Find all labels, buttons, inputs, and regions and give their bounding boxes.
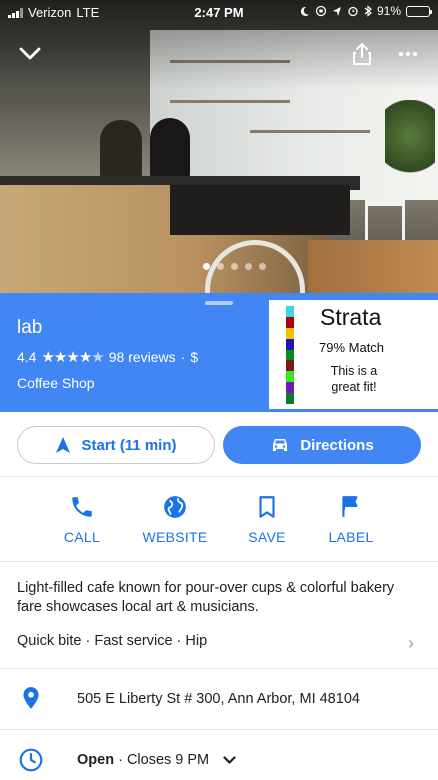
- strata-color-segment: [286, 360, 294, 372]
- hours-detail: · Closes 9 PM: [114, 752, 210, 768]
- strata-fit-line1: This is a: [330, 364, 378, 378]
- save-label: SAVE: [248, 529, 286, 545]
- directions-button[interactable]: Directions: [223, 426, 421, 464]
- quick-actions: CALL WEBSITE SAVE LABEL: [0, 478, 438, 562]
- strata-color-segment: [286, 382, 294, 394]
- battery-icon: [406, 5, 432, 17]
- bluetooth-icon: [364, 5, 372, 17]
- more-dots-icon: [398, 51, 418, 57]
- alarm-icon: [348, 6, 358, 17]
- battery-percent: 91%: [376, 4, 401, 18]
- place-name: lab: [17, 317, 43, 338]
- location-arrow-icon: [332, 6, 341, 16]
- strata-card: Strata 79% Match This is a great fit!: [269, 300, 438, 409]
- collapse-button[interactable]: [14, 38, 46, 70]
- navigation-arrow-icon: [56, 437, 71, 453]
- start-navigation-button[interactable]: Start (11 min): [17, 426, 215, 464]
- price-level: $: [190, 349, 199, 365]
- address-row[interactable]: 505 E Liberty St # 300, Ann Arbor, MI 48…: [0, 669, 438, 729]
- hours-status: Open: [77, 752, 115, 768]
- chevron-right-icon[interactable]: ›: [408, 633, 414, 654]
- photo-dot[interactable]: [244, 263, 252, 270]
- flag-icon: [342, 496, 358, 517]
- directions-label: Directions: [300, 436, 374, 454]
- phone-icon: [72, 497, 92, 517]
- strata-color-segment: [286, 327, 294, 339]
- star-icon: ★: [53, 349, 67, 366]
- car-icon: [273, 439, 288, 451]
- address-text: 505 E Liberty St # 300, Ann Arbor, MI 48…: [77, 691, 360, 707]
- start-label: Start (11 min): [81, 436, 177, 454]
- call-button[interactable]: CALL: [37, 494, 127, 545]
- photo-shelf: [250, 130, 370, 133]
- strata-color-segment: [286, 338, 294, 350]
- photo-bar: [170, 185, 350, 235]
- call-label: CALL: [63, 529, 101, 545]
- chevron-down-icon: [19, 47, 41, 60]
- orientation-lock-icon: [315, 5, 327, 17]
- label-label: LABEL: [328, 529, 374, 545]
- clock-icon: [19, 748, 43, 772]
- status-right: 91%: [299, 4, 432, 18]
- photo-dot[interactable]: [258, 263, 266, 270]
- photo-person: [100, 120, 142, 180]
- share-icon: [353, 43, 371, 65]
- bookmark-icon: [259, 496, 275, 518]
- strata-color-segment: [286, 316, 294, 328]
- review-count[interactable]: 98 reviews: [109, 349, 176, 365]
- globe-icon: [164, 496, 186, 518]
- star-icon: ★: [41, 349, 54, 366]
- strata-color-segment: [286, 306, 294, 317]
- strata-color-segment: [286, 393, 294, 405]
- photo-dot[interactable]: [202, 263, 210, 270]
- place-description: Light-filled cafe known for pour-over cu…: [17, 580, 395, 615]
- rating-row[interactable]: 4.4 ★★★★★ 98 reviews · $: [17, 348, 198, 366]
- moon-icon: [300, 6, 310, 16]
- status-bar: Verizon LTE 2:47 PM 91%: [0, 0, 438, 24]
- strata-fit-line2: great fit!: [331, 380, 377, 394]
- chevron-down-icon[interactable]: [223, 756, 236, 765]
- label-button[interactable]: LABEL: [306, 494, 396, 545]
- photo-pager[interactable]: [0, 263, 438, 270]
- place-tags[interactable]: Quick bite · Fast service · Hip: [17, 633, 207, 649]
- website-label: WEBSITE: [142, 529, 208, 545]
- hours-row[interactable]: Open · Closes 9 PM: [0, 730, 438, 780]
- photo-dot[interactable]: [216, 263, 224, 270]
- place-category: Coffee Shop: [17, 375, 95, 391]
- location-pin-icon: [23, 687, 39, 709]
- photo-plant: [385, 100, 435, 190]
- rating-value: 4.4: [17, 349, 37, 365]
- photo-dot[interactable]: [230, 263, 238, 270]
- photo-shelf: [170, 100, 290, 103]
- star-icon: ★: [91, 349, 104, 366]
- strata-match: 79% Match: [319, 340, 385, 355]
- star-icon: ★: [66, 349, 79, 366]
- star-icon: ★: [78, 349, 92, 366]
- share-button[interactable]: [346, 38, 378, 70]
- strata-title: Strata: [320, 304, 382, 330]
- rating-stars-icon: ★★★★★: [41, 348, 104, 366]
- strata-color-bar: [286, 306, 294, 405]
- drag-handle[interactable]: [205, 301, 233, 305]
- website-button[interactable]: WEBSITE: [130, 494, 220, 545]
- photo-person: [150, 118, 190, 180]
- save-button[interactable]: SAVE: [222, 494, 312, 545]
- strata-color-segment: [286, 371, 294, 383]
- more-options-button[interactable]: [392, 38, 424, 70]
- price-separator: ·: [180, 349, 186, 365]
- strata-color-segment: [286, 349, 294, 361]
- action-buttons: Start (11 min) Directions: [0, 412, 438, 477]
- hours-text: Open · Closes 9 PM: [77, 752, 236, 768]
- strata-fit: This is a great fit!: [324, 363, 384, 395]
